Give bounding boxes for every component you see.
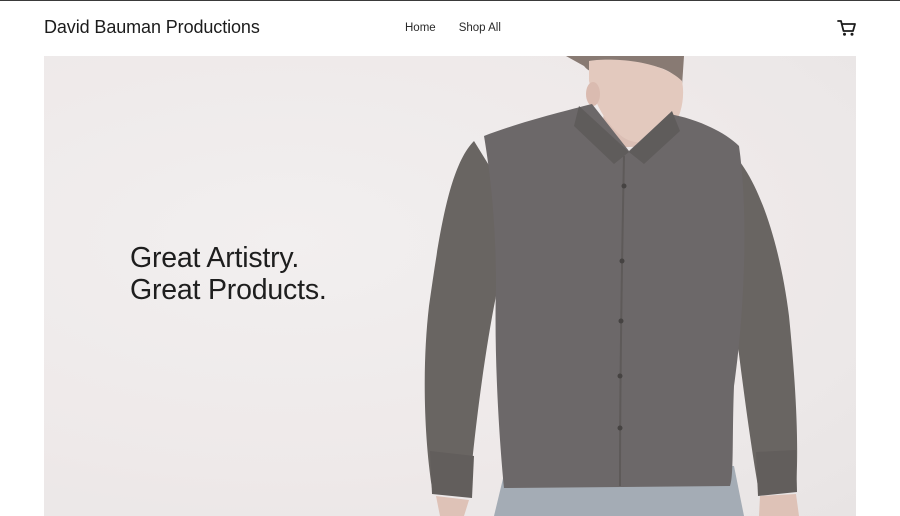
hero-banner: Great Artistry. Great Products. (44, 56, 856, 516)
main-nav: Home Shop All (405, 22, 501, 34)
site-brand[interactable]: David Bauman Productions (44, 17, 260, 38)
hero-headline: Great Artistry. Great Products. (130, 242, 327, 306)
hero-headline-line-1: Great Artistry. (130, 242, 300, 274)
hero-headline-line-2: Great Products. (130, 274, 327, 306)
shopping-cart-icon[interactable] (837, 19, 857, 37)
nav-shop-all-link[interactable]: Shop All (459, 22, 501, 34)
nav-home-link[interactable]: Home (405, 22, 436, 34)
site-header: David Bauman Productions Home Shop All (0, 1, 900, 56)
